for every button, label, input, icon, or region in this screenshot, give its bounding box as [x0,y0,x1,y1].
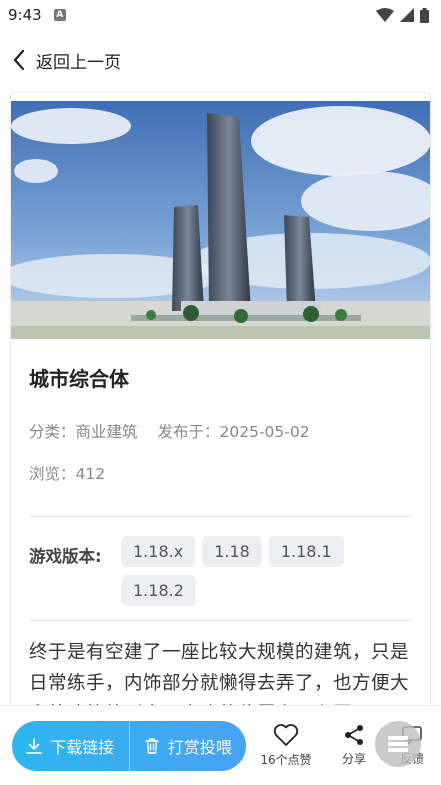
version-tag[interactable]: 1.18.x [121,536,196,567]
download-icon [26,737,43,754]
tip-label: 打赏投喂 [167,737,232,757]
divider [29,516,412,517]
post-category: 分类：商业建筑 [29,423,138,441]
heart-icon [273,724,299,746]
likes-count: 16个点赞 [260,753,312,767]
share-label: 分享 [341,752,366,766]
wifi-icon [376,8,394,22]
version-label: 游戏版本: [29,547,102,566]
version-tags: 1.18.x 1.18 1.18.1 1.18.2 [121,536,412,606]
menu-icon [388,736,408,752]
download-button[interactable]: 下载链接 [12,721,129,771]
trash-icon [144,737,159,754]
post-published-date: 发布于：2025-05-02 [157,423,310,441]
version-tag[interactable]: 1.18.1 [268,536,344,567]
post-views: 浏览：412 [29,465,106,483]
divider [29,620,412,621]
like-button[interactable]: 16个点赞 [256,723,316,768]
status-bar: 9:43 A [0,0,441,30]
share-icon [345,725,363,745]
back-label: 返回上一页 [36,52,121,73]
version-tag[interactable]: 1.18.2 [121,575,196,606]
post-description: 终于是有空建了一座比较大规模的建筑，只是日常练手，内饰部分就懒得去弄了，也方便大… [29,642,410,705]
floating-menu-button[interactable] [375,721,421,767]
download-label: 下载链接 [50,737,115,757]
share-button[interactable]: 分享 [334,724,374,767]
back-chevron-icon [13,49,25,71]
nav-bar: 返回上一页 [0,30,441,90]
version-tag[interactable]: 1.18 [202,536,262,567]
tip-button[interactable]: 打赏投喂 [128,720,247,771]
notification-icon: A [53,9,66,21]
battery-icon [420,7,429,23]
signal-icon [400,8,414,22]
content-scroll[interactable]: 城市综合体 分类：商业建筑 发布于：2025-05-02 浏览：412 游戏版本… [0,92,441,705]
action-button-group: 下载链接 打赏投喂 [12,720,247,771]
status-time: 9:43 [8,6,42,24]
cover-image [11,93,430,341]
post-title: 城市综合体 [29,367,129,391]
post-card: 城市综合体 分类：商业建筑 发布于：2025-05-02 浏览：412 游戏版本… [10,92,431,705]
back-button[interactable]: 返回上一页 [12,48,121,73]
